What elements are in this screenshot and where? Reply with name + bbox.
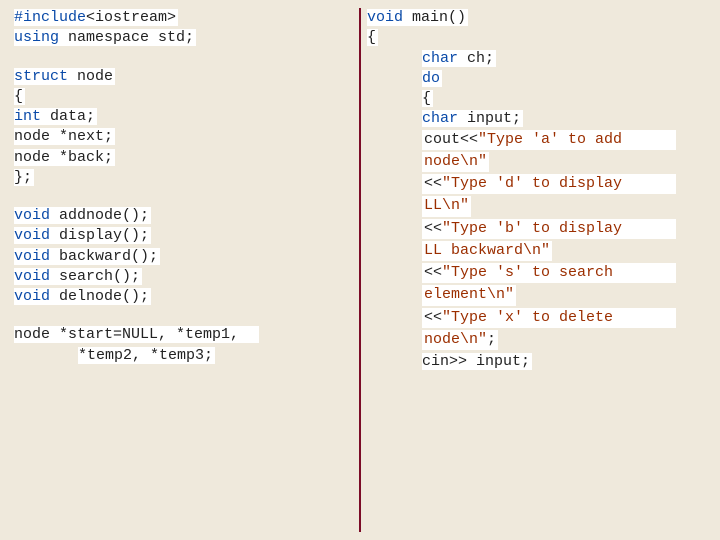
code-token: *start=NULL, *temp1, (50, 326, 239, 343)
code-string: node\n" (422, 152, 489, 172)
code-token: *next; (50, 128, 113, 145)
code-keyword: void (14, 248, 50, 265)
code-token: *temp2, *temp3; (78, 347, 215, 364)
code-keyword: void (367, 9, 403, 26)
blank-line (14, 307, 353, 325)
code-token: std; (158, 29, 194, 46)
code-token: search(); (50, 268, 140, 285)
code-token: { (14, 88, 25, 105)
code-token: node (14, 326, 50, 343)
code-token: data; (41, 108, 95, 125)
code-token: delnode(); (50, 288, 149, 305)
code-token: *back; (50, 149, 113, 166)
code-column-right: void main() { char ch; do { char input; … (361, 8, 712, 532)
code-token: namespace (59, 29, 158, 46)
code-keyword: using (14, 29, 59, 46)
code-string: "Type 'a' to add (478, 131, 622, 148)
code-token: backward(); (50, 248, 158, 265)
code-string: "Type 's' to search (442, 264, 613, 281)
code-keyword: char (422, 50, 458, 67)
code-string: LL\n" (422, 196, 471, 216)
code-token: <iostream> (86, 9, 176, 26)
code-keyword: void (14, 288, 50, 305)
code-token: << (424, 220, 442, 237)
code-token: node (14, 128, 50, 145)
code-token: addnode(); (50, 207, 149, 224)
code-token: }; (14, 169, 34, 186)
code-string: node\n" (424, 331, 487, 348)
code-column-left: #include<iostream> using namespace std; … (8, 8, 359, 532)
code-string: element\n" (422, 285, 516, 305)
code-token: ; (487, 331, 496, 348)
code-keyword: void (14, 227, 50, 244)
code-string: "Type 'x' to delete (442, 309, 613, 326)
slide-content: #include<iostream> using namespace std; … (8, 8, 712, 532)
code-token: { (367, 29, 378, 46)
code-keyword: do (422, 70, 442, 87)
code-keyword: int (14, 108, 41, 125)
code-keyword: char (422, 110, 458, 127)
code-token: input; (458, 110, 521, 127)
code-string: "Type 'd' to display (442, 175, 622, 192)
code-token: << (424, 309, 442, 326)
code-token: node (14, 149, 50, 166)
code-token: ch; (458, 50, 494, 67)
code-keyword: #include (14, 9, 86, 26)
code-token: >> input; (449, 353, 530, 370)
blank-line (14, 49, 353, 67)
code-token: cout<< (424, 131, 478, 148)
code-token: node (68, 68, 113, 85)
code-keyword: void (14, 207, 50, 224)
code-token: { (422, 90, 433, 107)
code-token: main() (403, 9, 466, 26)
code-token: display(); (50, 227, 149, 244)
blank-line (14, 188, 353, 206)
code-string: "Type 'b' to display (442, 220, 622, 237)
code-keyword: void (14, 268, 50, 285)
code-body-block: char ch; do { char input; cout<<"Type 'a… (422, 49, 706, 373)
code-keyword: struct (14, 68, 68, 85)
code-token: << (424, 175, 442, 192)
code-token: << (424, 264, 442, 281)
code-token: cin (422, 353, 449, 370)
code-string: LL backward\n" (422, 241, 552, 261)
